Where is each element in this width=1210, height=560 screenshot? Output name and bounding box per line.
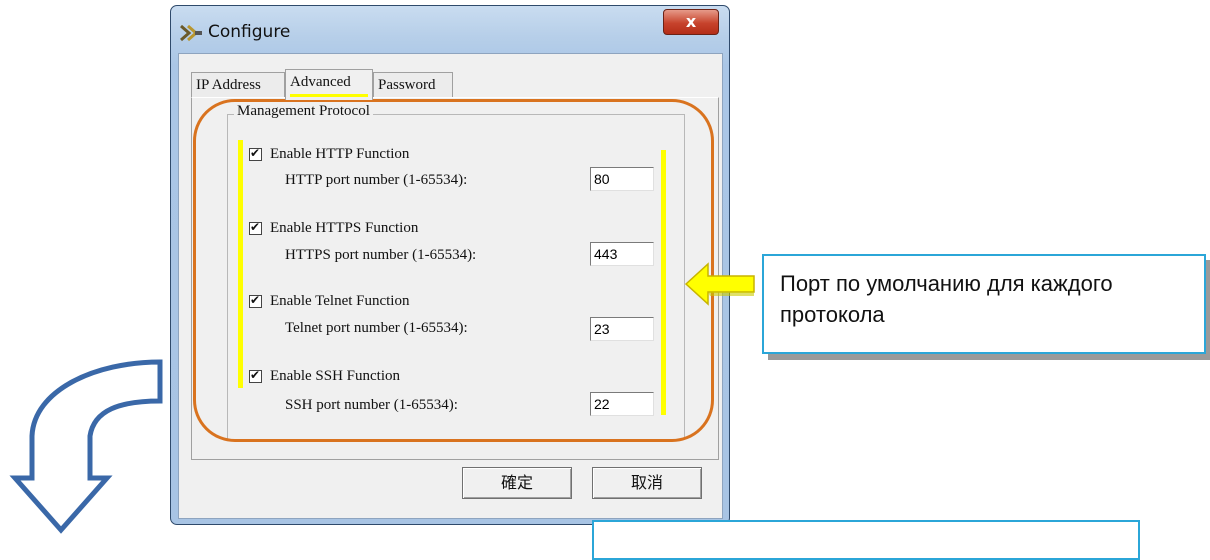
yellow-arrow-icon (684, 262, 755, 306)
tab-advanced[interactable]: Advanced (285, 69, 373, 100)
callout-box: Порт по умолчанию для каждого протокола (762, 254, 1206, 354)
tab-advanced-label: Advanced (290, 74, 351, 90)
callout-box-bottom (592, 520, 1140, 560)
callout-text: Порт по умолчанию для каждого протокола (780, 271, 1113, 327)
down-arrow-icon (9, 359, 163, 534)
tab-highlight (290, 94, 368, 97)
